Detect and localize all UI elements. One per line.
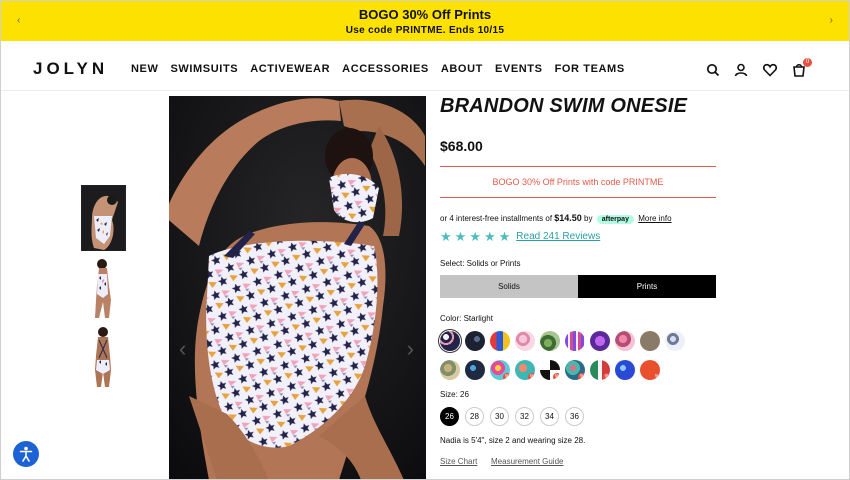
reviews-link[interactable]: Read 241 Reviews <box>516 231 600 242</box>
size-option-30[interactable]: 30 <box>490 407 509 426</box>
main-nav: NEW SWIMSUITS ACTIVEWEAR ACCESSORIES ABO… <box>131 63 625 75</box>
color-swatch[interactable]: % <box>565 360 585 380</box>
color-swatch[interactable] <box>490 331 510 351</box>
promo-message: BOGO 30% Off Prints with code PRINTME <box>440 166 716 198</box>
nav-item-events[interactable]: EVENTS <box>495 63 543 75</box>
size-option-36[interactable]: 36 <box>565 407 584 426</box>
heart-icon[interactable] <box>762 62 778 78</box>
afterpay-by: by <box>584 214 593 223</box>
afterpay-info: or 4 interest-free installments of $14.5… <box>440 213 672 224</box>
logo[interactable]: JOLYN <box>33 59 108 79</box>
chevron-right-icon[interactable]: › <box>830 15 833 26</box>
color-swatch[interactable] <box>615 331 635 351</box>
product-thumbnail-3[interactable] <box>81 324 126 390</box>
nav-item-accessories[interactable]: ACCESSORIES <box>342 63 429 75</box>
model-fit-note: Nadia is 5'4", size 2 and wearing size 2… <box>440 436 586 445</box>
color-swatch[interactable] <box>590 331 610 351</box>
color-swatch[interactable]: % <box>590 360 610 380</box>
size-option-28[interactable]: 28 <box>465 407 484 426</box>
sale-badge: % <box>603 373 610 380</box>
color-swatch[interactable] <box>565 331 585 351</box>
cart-count-badge: 0 <box>803 58 812 67</box>
size-chart-link[interactable]: Size Chart <box>440 457 477 466</box>
color-swatch[interactable]: % <box>490 360 510 380</box>
color-swatch[interactable]: % <box>515 360 535 380</box>
product-main-image: ‹ › <box>169 96 426 480</box>
option-prints-button[interactable]: Prints <box>578 275 716 298</box>
star-icon: ★ <box>498 229 511 244</box>
sale-badge: % <box>528 373 535 380</box>
size-label: Size: 26 <box>440 390 469 399</box>
nav-item-swimsuits[interactable]: SWIMSUITS <box>170 63 238 75</box>
sale-badge: % <box>553 373 560 380</box>
afterpay-logo: afterpay <box>596 215 634 224</box>
color-swatch[interactable] <box>615 360 635 380</box>
color-swatch[interactable] <box>640 331 660 351</box>
search-icon[interactable] <box>705 62 721 78</box>
color-swatch-starlight[interactable] <box>440 331 460 351</box>
sale-badge: % <box>653 373 660 380</box>
color-swatch[interactable] <box>465 360 485 380</box>
nav-item-for-teams[interactable]: FOR TEAMS <box>555 63 625 75</box>
sale-badge: % <box>578 373 585 380</box>
afterpay-text: or 4 interest-free installments of <box>440 214 553 223</box>
accessibility-icon <box>19 446 33 462</box>
color-swatch[interactable]: % <box>640 360 660 380</box>
promo-banner[interactable]: ‹ BOGO 30% Off Prints Use code PRINTME. … <box>1 1 849 41</box>
size-option-32[interactable]: 32 <box>515 407 534 426</box>
type-toggle: Solids Prints <box>440 275 716 298</box>
nav-item-about[interactable]: ABOUT <box>441 63 483 75</box>
star-icon: ★ <box>440 229 452 244</box>
star-icon: ★ <box>483 229 496 244</box>
rating-stars: ★ ★ ★ ★ ★ Read 241 Reviews <box>440 230 600 243</box>
user-icon[interactable] <box>733 62 749 78</box>
promo-title: BOGO 30% Off Prints <box>358 7 492 22</box>
accessibility-button[interactable] <box>13 441 39 467</box>
star-icon: ★ <box>454 229 467 244</box>
afterpay-more-info-link[interactable]: More info <box>638 214 671 223</box>
sale-badge: % <box>503 373 510 380</box>
option-solids-button[interactable]: Solids <box>440 275 578 298</box>
color-swatch[interactable] <box>665 331 685 351</box>
product-title: BRANDON SWIM ONESIE <box>440 95 688 117</box>
nav-item-activewear[interactable]: ACTIVEWEAR <box>250 63 330 75</box>
chevron-right-icon[interactable]: › <box>407 336 414 362</box>
product-price: $68.00 <box>440 138 483 154</box>
site-header: JOLYN NEW SWIMSUITS ACTIVEWEAR ACCESSORI… <box>0 41 850 91</box>
promo-subtitle: Use code PRINTME. Ends 10/15 <box>345 25 505 36</box>
size-option-26[interactable]: 26 <box>440 407 459 426</box>
chevron-left-icon[interactable]: ‹ <box>179 336 186 362</box>
color-swatch[interactable] <box>465 331 485 351</box>
color-label: Color: Starlight <box>440 314 493 323</box>
select-type-label: Select: Solids or Prints <box>440 259 521 268</box>
product-thumbnail-1[interactable] <box>81 185 126 251</box>
nav-item-new[interactable]: NEW <box>131 63 158 75</box>
color-swatch[interactable] <box>440 360 460 380</box>
color-swatch[interactable] <box>515 331 535 351</box>
afterpay-amount: $14.50 <box>554 213 582 223</box>
color-swatch[interactable] <box>540 331 560 351</box>
size-option-34[interactable]: 34 <box>540 407 559 426</box>
measurement-guide-link[interactable]: Measurement Guide <box>491 457 563 466</box>
color-swatch[interactable]: % <box>540 360 560 380</box>
star-icon: ★ <box>469 229 481 244</box>
product-thumbnail-2[interactable] <box>81 256 126 322</box>
